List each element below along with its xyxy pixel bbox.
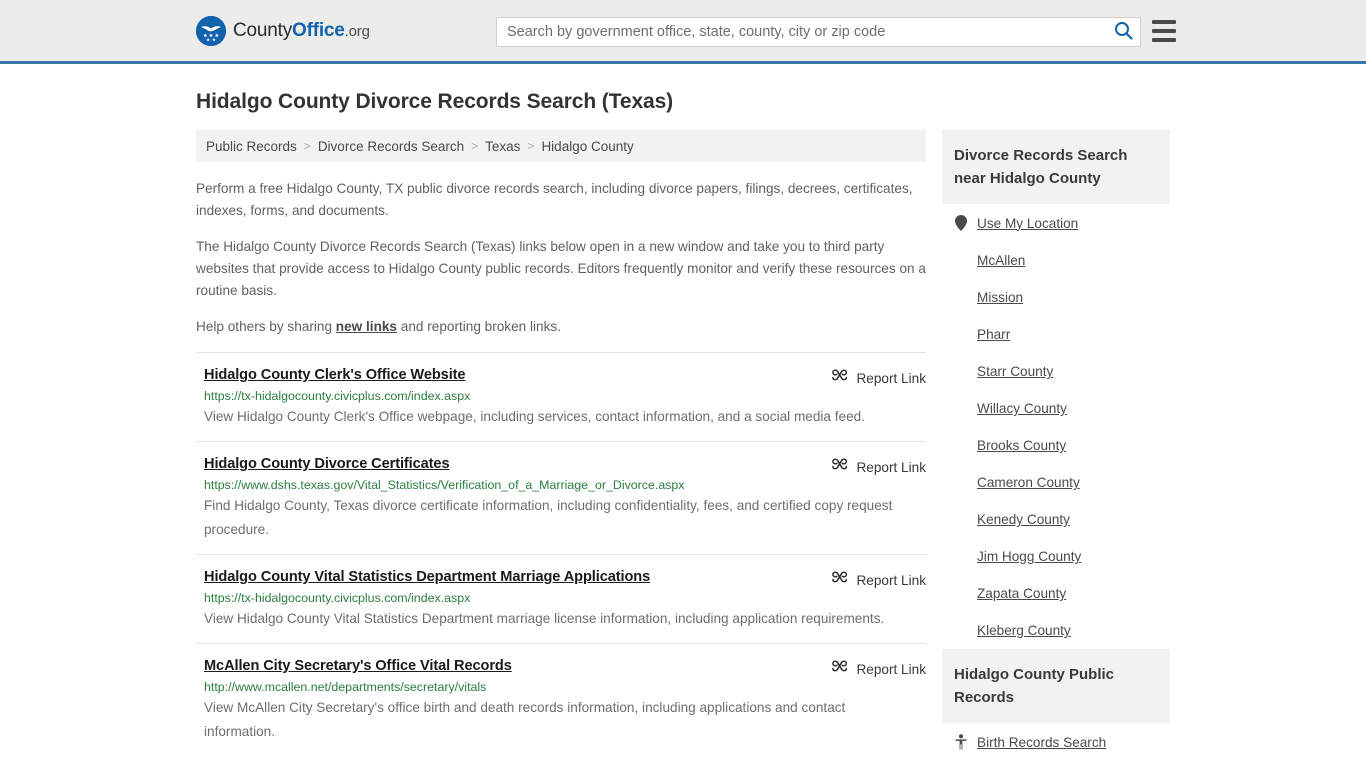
result-title-link[interactable]: Hidalgo County Vital Statistics Departme… (204, 569, 650, 585)
sidebar-item-use-my-location[interactable]: Use My Location (954, 204, 1158, 242)
page-body: Hidalgo County Divorce Records Search (T… (0, 90, 1366, 768)
search-button[interactable] (1106, 18, 1140, 46)
hamburger-bar (1152, 29, 1176, 33)
report-link-button[interactable]: Report Link (831, 367, 926, 389)
result-url: https://tx-hidalgocounty.civicplus.com/i… (204, 389, 471, 403)
result-description: Find Hidalgo County, Texas divorce certi… (204, 498, 893, 537)
hamburger-menu-icon[interactable] (1152, 20, 1176, 42)
report-link-label: Report Link (856, 459, 926, 475)
intro-text-before-link: Help others by sharing (196, 319, 336, 334)
sidebar-public-records-heading: Hidalgo County Public Records (942, 649, 1170, 723)
breadcrumb: Public Records > Divorce Records Search … (196, 130, 926, 162)
sidebar-item-birth-records-search[interactable]: Birth Records Search (954, 723, 1158, 761)
result-title-link[interactable]: Hidalgo County Clerk's Office Website (204, 367, 466, 383)
broken-link-icon (831, 569, 848, 591)
site-logo-text: CountyOffice.org (233, 20, 370, 42)
result-url: https://tx-hidalgocounty.civicplus.com/i… (204, 591, 471, 605)
broken-link-icon (831, 456, 848, 478)
content-row: Public Records > Divorce Records Search … (196, 130, 1170, 768)
eagle-seal-icon (196, 15, 226, 46)
sidebar: Divorce Records Search near Hidalgo Coun… (942, 130, 1170, 768)
intro-section: Perform a free Hidalgo County, TX public… (196, 178, 926, 338)
result-url: http://www.mcallen.net/departments/secre… (204, 680, 487, 694)
hamburger-bar (1152, 20, 1176, 24)
report-link-button[interactable]: Report Link (831, 456, 926, 478)
sidebar-item-brooks-county[interactable]: Brooks County (954, 427, 1158, 464)
sidebar-link-label[interactable]: Use My Location (977, 216, 1078, 231)
site-header: CountyOffice.org (0, 0, 1366, 64)
site-logo[interactable]: CountyOffice.org (196, 15, 370, 46)
report-link-label: Report Link (856, 370, 926, 386)
sidebar-item-starr-county[interactable]: Starr County (954, 353, 1158, 390)
intro-text-after-link: and reporting broken links. (397, 319, 561, 334)
results-list: Hidalgo County Clerk's Office Website htt… (196, 352, 926, 756)
sidebar-link-label[interactable]: Mission (977, 290, 1023, 305)
sidebar-item-kenedy-county[interactable]: Kenedy County (954, 501, 1158, 538)
sidebar-item-mission[interactable]: Mission (954, 279, 1158, 316)
breadcrumb-item-texas[interactable]: Texas (485, 139, 520, 154)
report-link-label: Report Link (856, 572, 926, 588)
intro-paragraph-2: The Hidalgo County Divorce Records Searc… (196, 239, 926, 298)
broken-link-icon (831, 658, 848, 680)
sidebar-item-jim-hogg-county[interactable]: Jim Hogg County (954, 538, 1158, 575)
new-links-link[interactable]: new links (336, 319, 397, 334)
search-bar[interactable] (496, 17, 1141, 47)
sidebar-item-zapata-county[interactable]: Zapata County (954, 575, 1158, 612)
sidebar-link-label[interactable]: Cameron County (977, 475, 1080, 490)
sidebar-link-label[interactable]: Jim Hogg County (977, 549, 1081, 564)
sidebar-item-cameron-county[interactable]: Cameron County (954, 464, 1158, 501)
intro-paragraph-3: Help others by sharing new links and rep… (196, 316, 926, 338)
result-item: Hidalgo County Divorce Certificates https… (196, 441, 926, 554)
brand-part-org: .org (344, 22, 370, 40)
result-title-link[interactable]: McAllen City Secretary's Office Vital Re… (204, 658, 512, 674)
sidebar-item-pharr[interactable]: Pharr (954, 316, 1158, 353)
sidebar-link-label[interactable]: Starr County (977, 364, 1053, 379)
hamburger-bar (1152, 38, 1176, 42)
sidebar-link-label[interactable]: Kleberg County (977, 623, 1071, 638)
breadcrumb-item-divorce-records-search[interactable]: Divorce Records Search (318, 139, 464, 154)
sidebar-nearby-heading: Divorce Records Search near Hidalgo Coun… (942, 130, 1170, 204)
sidebar-item-death-records-search[interactable]: Death Records Search (954, 761, 1158, 768)
report-link-button[interactable]: Report Link (831, 569, 926, 591)
sidebar-item-kleberg-county[interactable]: Kleberg County (954, 612, 1158, 649)
sidebar-link-label[interactable]: Willacy County (977, 401, 1067, 416)
report-link-label: Report Link (856, 661, 926, 677)
result-item: McAllen City Secretary's Office Vital Re… (196, 643, 926, 756)
result-url: https://www.dshs.texas.gov/Vital_Statist… (204, 478, 685, 492)
sidebar-item-willacy-county[interactable]: Willacy County (954, 390, 1158, 427)
page-title: Hidalgo County Divorce Records Search (T… (196, 90, 674, 113)
result-description: View Hidalgo County Clerk's Office webpa… (204, 409, 865, 424)
breadcrumb-separator: > (527, 139, 535, 153)
brand-part-office: Office (292, 19, 345, 41)
result-description: View McAllen City Secretary's office bir… (204, 700, 846, 739)
sidebar-link-label[interactable]: Pharr (977, 327, 1010, 342)
sidebar-link-label[interactable]: Brooks County (977, 438, 1066, 453)
sidebar-item-mcallen[interactable]: McAllen (954, 242, 1158, 279)
sidebar-link-label[interactable]: Zapata County (977, 586, 1066, 601)
baby-icon (954, 734, 968, 750)
sidebar-nearby-list: Use My Location McAllen Mission Pharr Starr … (942, 204, 1170, 649)
breadcrumb-item-hidalgo-county[interactable]: Hidalgo County (541, 139, 633, 154)
sidebar-public-records-box: Hidalgo County Public Records Birth Reco… (942, 649, 1170, 768)
result-title-link[interactable]: Hidalgo County Divorce Certificates (204, 456, 450, 472)
sidebar-public-records-list: Birth Records Search Death Records Search (942, 723, 1170, 768)
sidebar-nearby-box: Divorce Records Search near Hidalgo Coun… (942, 130, 1170, 649)
breadcrumb-separator: > (303, 139, 311, 153)
report-link-button[interactable]: Report Link (831, 658, 926, 680)
search-input[interactable] (497, 18, 1106, 46)
main-column: Public Records > Divorce Records Search … (196, 130, 926, 768)
intro-paragraph-1: Perform a free Hidalgo County, TX public… (196, 181, 913, 218)
sidebar-link-label[interactable]: Kenedy County (977, 512, 1070, 527)
breadcrumb-item-public-records[interactable]: Public Records (206, 139, 297, 154)
brand-part-county: County (233, 19, 293, 41)
search-icon (1114, 21, 1133, 43)
result-item: Hidalgo County Vital Statistics Departme… (196, 554, 926, 643)
broken-link-icon (831, 367, 848, 389)
breadcrumb-separator: > (471, 139, 479, 153)
sidebar-link-label[interactable]: Birth Records Search (977, 735, 1106, 750)
sidebar-link-label[interactable]: McAllen (977, 253, 1025, 268)
result-description: View Hidalgo County Vital Statistics Dep… (204, 611, 885, 626)
map-pin-icon (954, 215, 968, 231)
result-item: Hidalgo County Clerk's Office Website htt… (196, 352, 926, 441)
